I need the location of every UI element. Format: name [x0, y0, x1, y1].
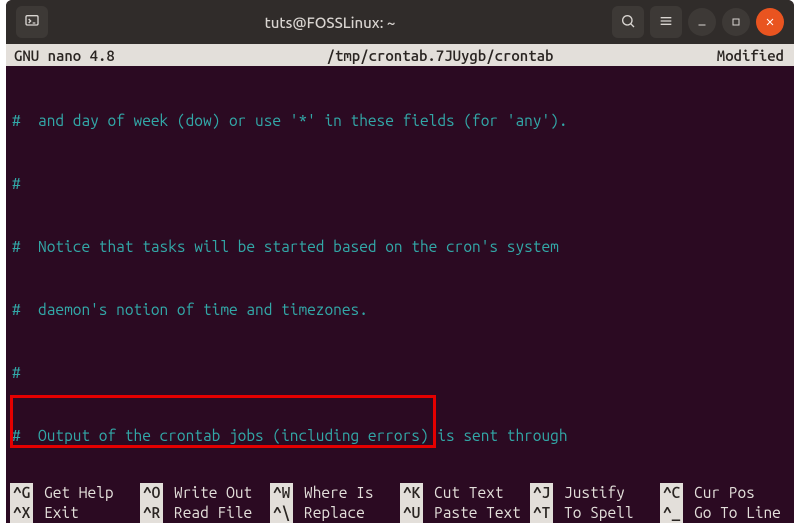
shortcut-row: ^G Get Help ^O Write Out ^W Where Is ^K … [10, 483, 790, 503]
search-button[interactable] [612, 6, 644, 38]
shortcut-key: ^X [10, 503, 33, 523]
shortcut-row: ^X Exit ^R Read File ^\ Replace ^U Paste… [10, 503, 790, 523]
shortcut-label: Get Help [35, 483, 113, 503]
shortcut-exit[interactable]: ^X Exit [10, 503, 140, 523]
comment-line: # daemon's notion of time and timezones. [12, 299, 788, 320]
shortcut-read-file[interactable]: ^R Read File [140, 503, 270, 523]
maximize-icon [730, 14, 742, 31]
shortcut-replace[interactable]: ^\ Replace [270, 503, 400, 523]
nano-app-name: GNU nano 4.8 [10, 47, 210, 64]
close-button[interactable] [756, 8, 784, 36]
shortcut-label: Cur Pos [685, 483, 754, 503]
terminal-window: tuts@FOSSLinux: ~ [6, 0, 794, 523]
terminal-plus-icon [24, 13, 40, 32]
titlebar: tuts@FOSSLinux: ~ [6, 0, 794, 44]
shortcut-get-help[interactable]: ^G Get Help [10, 483, 140, 503]
shortcut-paste-text[interactable]: ^U Paste Text [400, 503, 530, 523]
shortcut-label: Where Is [295, 483, 373, 503]
search-icon [620, 13, 636, 32]
shortcut-label: Paste Text [425, 503, 520, 523]
shortcut-cut-text[interactable]: ^K Cut Text [400, 483, 530, 503]
shortcut-key: ^O [140, 483, 163, 503]
shortcut-key: ^T [530, 503, 553, 523]
shortcut-key: ^W [270, 483, 293, 503]
shortcut-key: ^_ [660, 503, 683, 523]
shortcut-where-is[interactable]: ^W Where Is [270, 483, 400, 503]
shortcut-label: Replace [295, 503, 364, 523]
shortcut-label: Write Out [165, 483, 252, 503]
shortcut-label: Go To Line [685, 503, 780, 523]
comment-line: # Notice that tasks will be started base… [12, 236, 788, 257]
comment-line: # [12, 362, 788, 383]
shortcut-label: To Spell [555, 503, 633, 523]
new-tab-button[interactable] [16, 6, 48, 38]
comment-line: # Output of the crontab jobs (including … [12, 425, 788, 446]
minimize-icon [696, 14, 708, 31]
nano-shortcut-bar: ^G Get Help ^O Write Out ^W Where Is ^K … [6, 483, 794, 523]
shortcut-write-out[interactable]: ^O Write Out [140, 483, 270, 503]
shortcut-key: ^\ [270, 503, 293, 523]
nano-header: GNU nano 4.8 /tmp/crontab.7JUygb/crontab… [6, 44, 794, 66]
shortcut-justify[interactable]: ^J Justify [530, 483, 660, 503]
shortcut-key: ^G [10, 483, 33, 503]
shortcut-label: Exit [35, 503, 78, 523]
shortcut-label: Justify [555, 483, 624, 503]
close-icon [764, 14, 776, 31]
shortcut-key: ^C [660, 483, 683, 503]
minimize-button[interactable] [688, 8, 716, 36]
comment-line: # [12, 173, 788, 194]
shortcut-cur-pos[interactable]: ^C Cur Pos [660, 483, 790, 503]
window-title: tuts@FOSSLinux: ~ [48, 14, 612, 31]
hamburger-icon [658, 13, 674, 32]
editor-area[interactable]: # and day of week (dow) or use '*' in th… [6, 66, 794, 483]
comment-line: # and day of week (dow) or use '*' in th… [12, 110, 788, 131]
menu-button[interactable] [650, 6, 682, 38]
shortcut-key: ^K [400, 483, 423, 503]
maximize-button[interactable] [722, 8, 750, 36]
shortcut-key: ^U [400, 503, 423, 523]
shortcut-key: ^R [140, 503, 163, 523]
shortcut-label: Read File [165, 503, 252, 523]
nano-status: Modified [670, 47, 790, 64]
shortcut-go-to-line[interactable]: ^_ Go To Line [660, 503, 790, 523]
shortcut-label: Cut Text [425, 483, 503, 503]
shortcut-to-spell[interactable]: ^T To Spell [530, 503, 660, 523]
nano-file-path: /tmp/crontab.7JUygb/crontab [210, 47, 670, 64]
shortcut-key: ^J [530, 483, 553, 503]
